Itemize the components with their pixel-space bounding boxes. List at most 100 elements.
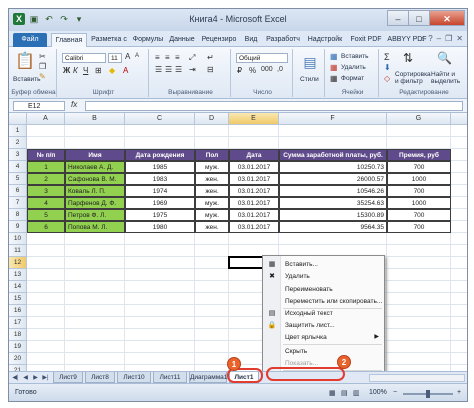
table-cell[interactable]: 35254.63 — [279, 197, 387, 209]
table-cell[interactable]: 03.01.2017 — [229, 173, 279, 185]
close-button[interactable]: ✕ — [429, 10, 465, 26]
maximize-button[interactable]: □ — [408, 10, 430, 26]
insert-function-icon[interactable]: fx — [71, 100, 77, 109]
name-box[interactable]: E12 — [13, 101, 65, 111]
decimal-icon[interactable]: ,0 — [277, 66, 283, 73]
context-menu-item-6[interactable]: 🔒 Защитить лист... — [263, 320, 384, 331]
table-header-cell[interactable]: Пол — [195, 149, 229, 161]
table-cell[interactable]: 1000 — [387, 197, 451, 209]
table-cell[interactable]: 03.01.2017 — [229, 197, 279, 209]
delete-cells-button[interactable]: Удалить — [341, 64, 366, 71]
underline-button[interactable]: Ч — [83, 66, 88, 75]
format-painter-icon[interactable]: ✎ — [39, 72, 46, 81]
table-cell[interactable]: жен. — [195, 173, 229, 185]
table-cell[interactable]: 1969 — [125, 197, 195, 209]
first-sheet-icon[interactable]: ◀| — [11, 373, 20, 383]
row-header-14[interactable]: 14 — [9, 281, 27, 293]
row-header-12[interactable]: 12 — [9, 257, 27, 269]
context-menu-item-7[interactable]: Цвет ярлычка ▶ — [263, 332, 384, 343]
font-size-select[interactable]: 11 — [108, 53, 122, 63]
page-break-view-icon[interactable]: ▥ — [353, 389, 360, 397]
tab-formulas[interactable]: Формулы — [131, 33, 165, 47]
column-header-a[interactable]: A — [27, 113, 65, 125]
tab-foxit-pdf[interactable]: Foxit PDF — [347, 33, 385, 47]
row-header-16[interactable]: 16 — [9, 305, 27, 317]
context-menu-item-2[interactable]: ✖ Удалить — [263, 271, 384, 282]
workbook-close-icon[interactable]: ✕ — [456, 34, 463, 43]
italic-button[interactable]: К — [73, 66, 78, 75]
row-header-15[interactable]: 15 — [9, 293, 27, 305]
styles-icon[interactable]: ▤ — [300, 51, 320, 73]
row-header-13[interactable]: 13 — [9, 269, 27, 281]
table-cell[interactable]: 2 — [27, 173, 65, 185]
table-header-cell[interactable]: Дата — [229, 149, 279, 161]
column-header-g[interactable]: G — [387, 113, 451, 125]
fill-color-icon[interactable]: ◆ — [109, 66, 115, 75]
align-center-icon[interactable]: ☰ — [165, 65, 172, 74]
next-sheet-icon[interactable]: ▶ — [31, 373, 40, 383]
minimize-button[interactable]: – — [387, 10, 409, 26]
find-select-icon[interactable]: 🔍 — [437, 51, 452, 65]
window-restore-icon[interactable]: ❐ — [445, 34, 452, 43]
table-cell[interactable]: 10546.26 — [279, 185, 387, 197]
table-cell[interactable]: 9564.35 — [279, 221, 387, 233]
cut-icon[interactable]: ✂ — [39, 52, 46, 61]
tab-addins[interactable]: Надстройк — [305, 33, 345, 47]
tab-review[interactable]: Рецензиро — [199, 33, 239, 47]
fill-icon[interactable]: ⬇ — [384, 63, 391, 72]
minimize-ribbon-icon[interactable]: ▵ — [420, 34, 424, 43]
table-cell[interactable]: 700 — [387, 209, 451, 221]
table-cell[interactable]: 03.01.2017 — [229, 161, 279, 173]
table-cell[interactable]: 4 — [27, 197, 65, 209]
align-bottom-icon[interactable]: ≡ — [175, 53, 180, 62]
last-sheet-icon[interactable]: ▶| — [41, 373, 50, 383]
currency-icon[interactable]: ₽ — [237, 66, 242, 75]
table-cell[interactable]: 700 — [387, 161, 451, 173]
paste-button[interactable]: Вставить — [13, 76, 41, 83]
delete-cells-icon[interactable]: ▦ — [330, 63, 338, 72]
table-cell[interactable]: 26000.57 — [279, 173, 387, 185]
insert-cells-icon[interactable]: ▦ — [330, 52, 338, 61]
tab-view[interactable]: Вид — [241, 33, 261, 47]
sort-filter-icon[interactable]: ⇅ — [403, 51, 413, 65]
row-header-6[interactable]: 6 — [9, 185, 27, 197]
row-header-19[interactable]: 19 — [9, 341, 27, 353]
row-header-10[interactable]: 10 — [9, 233, 27, 245]
styles-button[interactable]: Стили — [300, 76, 319, 83]
table-cell[interactable]: 700 — [387, 185, 451, 197]
font-name-select[interactable]: Calibri — [62, 53, 106, 63]
format-cells-icon[interactable]: ▦ — [330, 74, 338, 83]
table-cell[interactable]: Коваль Л. П. — [65, 185, 125, 197]
table-cell[interactable]: 1985 — [125, 161, 195, 173]
normal-view-icon[interactable]: ▦ — [329, 389, 336, 397]
table-cell[interactable]: 3 — [27, 185, 65, 197]
table-cell[interactable]: 1980 — [125, 221, 195, 233]
shrink-font-icon[interactable]: A — [135, 53, 139, 59]
column-header-c[interactable]: C — [125, 113, 195, 125]
row-header-2[interactable]: 2 — [9, 137, 27, 149]
table-cell[interactable]: 10250.73 — [279, 161, 387, 173]
row-header-4[interactable]: 4 — [9, 161, 27, 173]
table-cell[interactable]: 03.01.2017 — [229, 185, 279, 197]
merge-cells-icon[interactable]: ⊟ — [207, 65, 214, 74]
row-header-11[interactable]: 11 — [9, 245, 27, 257]
tab-developer[interactable]: Разработч — [263, 33, 303, 47]
table-cell[interactable]: муж. — [195, 161, 229, 173]
table-header-cell[interactable]: Премия, руб — [387, 149, 451, 161]
column-header-e[interactable]: E — [229, 113, 279, 125]
format-cells-button[interactable]: Формат — [341, 75, 364, 82]
sheet-tab-4[interactable]: Лист11 — [153, 372, 187, 383]
indent-icon[interactable]: ⇥ — [189, 65, 196, 74]
row-header-1[interactable]: 1 — [9, 125, 27, 137]
row-header-18[interactable]: 18 — [9, 329, 27, 341]
table-cell[interactable]: жен. — [195, 185, 229, 197]
zoom-level[interactable]: 100% — [369, 389, 387, 396]
row-header-5[interactable]: 5 — [9, 173, 27, 185]
column-header-b[interactable]: B — [65, 113, 125, 125]
table-cell[interactable]: 1983 — [125, 173, 195, 185]
table-cell[interactable]: 03.01.2017 — [229, 221, 279, 233]
bold-button[interactable]: Ж — [63, 66, 70, 75]
help-icon[interactable]: ? — [428, 34, 432, 43]
thousands-icon[interactable]: 000 — [261, 66, 273, 73]
align-top-icon[interactable]: ≡ — [155, 53, 160, 62]
